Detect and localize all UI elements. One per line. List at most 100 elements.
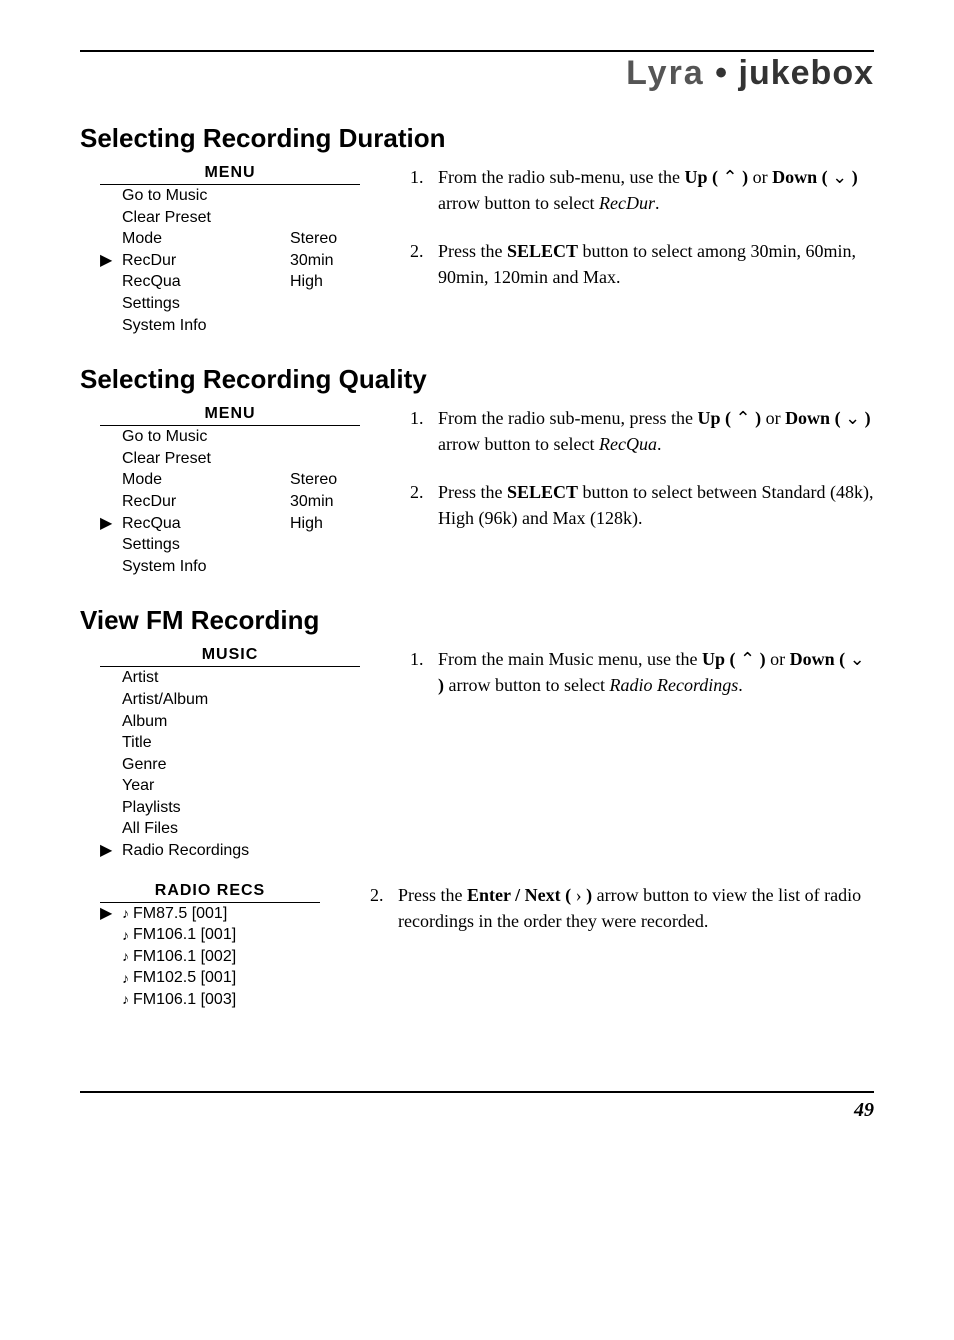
menu-row: Clear Preset: [100, 207, 360, 229]
menu-row: Year: [100, 775, 360, 797]
menu-row: ♪ FM106.1 [003]: [100, 989, 320, 1011]
row-label: RecDur: [122, 250, 290, 272]
page-number: 49: [80, 1099, 874, 1122]
music-note-icon: ♪: [122, 926, 129, 945]
steps-list: Press the Enter / Next ( › ) arrow butto…: [360, 882, 874, 934]
menu-recdur: MENU Go to Music Clear Preset Mode Stere…: [100, 164, 360, 336]
section-title-recqua: Selecting Recording Quality: [80, 364, 874, 395]
menu-row: System Info: [100, 315, 360, 337]
row-value: 30min: [290, 250, 360, 272]
music-note-icon: ♪: [122, 904, 129, 923]
menu-row: Clear Preset: [100, 448, 360, 470]
row-label: System Info: [122, 556, 290, 578]
footer-rule: [80, 1091, 874, 1093]
menu-row: Playlists: [100, 797, 360, 819]
music-note-icon: ♪: [122, 947, 129, 966]
header-rule: [80, 50, 874, 52]
menu-row: Mode Stereo: [100, 469, 360, 491]
instructions-recqua: From the radio sub-menu, press the Up ( …: [400, 405, 874, 553]
row-label: FM102.5 [001]: [133, 967, 320, 989]
menu-row: ♪ FM106.1 [002]: [100, 946, 320, 968]
menu-rows: Artist Artist/Album Album Title Genre Ye…: [100, 667, 360, 861]
menu-heading: MENU: [100, 405, 360, 426]
instruction-step: From the main Music menu, use the Up ( ⌃…: [428, 646, 874, 698]
instructions-viewfm-1: From the main Music menu, use the Up ( ⌃…: [400, 646, 874, 720]
instruction-step: From the radio sub-menu, press the Up ( …: [428, 405, 874, 457]
row-label: Artist/Album: [122, 689, 360, 711]
menu-row: Go to Music: [100, 426, 360, 448]
row-value: High: [290, 271, 360, 293]
menu-row: ♪ FM102.5 [001]: [100, 967, 320, 989]
brand-header: Lyra • jukebox: [80, 54, 874, 93]
instruction-step: From the radio sub-menu, use the Up ( ⌃ …: [428, 164, 874, 216]
instructions-recdur: From the radio sub-menu, use the Up ( ⌃ …: [400, 164, 874, 312]
row-value: Stereo: [290, 469, 360, 491]
brand-sep: •: [705, 54, 739, 92]
row-label: Title: [122, 732, 360, 754]
menu-heading: MUSIC: [100, 646, 360, 667]
row-label: Mode: [122, 228, 290, 250]
menu-heading: RADIO RECS: [100, 882, 320, 903]
row-marker-icon: ▶: [100, 250, 122, 272]
menu-row: RecDur 30min: [100, 491, 360, 513]
row-label: RecQua: [122, 271, 290, 293]
row-label: Year: [122, 775, 360, 797]
row-label: Mode: [122, 469, 290, 491]
menu-row: ♪ FM106.1 [001]: [100, 924, 320, 946]
menu-rows: Go to Music Clear Preset Mode Stereo ▶ R…: [100, 185, 360, 336]
menu-row: ▶ ♪ FM87.5 [001]: [100, 903, 320, 925]
instructions-viewfm-2: Press the Enter / Next ( › ) arrow butto…: [360, 882, 874, 956]
row-marker-icon: ▶: [100, 840, 122, 862]
menu-radio-recs: RADIO RECS ▶ ♪ FM87.5 [001] ♪ FM106.1 [0…: [100, 882, 320, 1011]
menu-row: Title: [100, 732, 360, 754]
steps-list: From the radio sub-menu, press the Up ( …: [400, 405, 874, 531]
row-label: FM106.1 [001]: [133, 924, 320, 946]
menu-row: Settings: [100, 534, 360, 556]
menu-row: Artist/Album: [100, 689, 360, 711]
menu-row: Artist: [100, 667, 360, 689]
row-label: Radio Recordings: [122, 840, 360, 862]
section-title-recdur: Selecting Recording Duration: [80, 123, 874, 154]
menu-row: Go to Music: [100, 185, 360, 207]
menu-rows: Go to Music Clear Preset Mode Stereo Rec…: [100, 426, 360, 577]
menu-row: ▶ RecQua High: [100, 513, 360, 535]
steps-list: From the main Music menu, use the Up ( ⌃…: [400, 646, 874, 698]
row-label: Settings: [122, 293, 290, 315]
menu-recqua: MENU Go to Music Clear Preset Mode Stere…: [100, 405, 360, 577]
menu-rows: ▶ ♪ FM87.5 [001] ♪ FM106.1 [001] ♪ FM106…: [100, 903, 320, 1011]
row-label: RecDur: [122, 491, 290, 513]
menu-row: System Info: [100, 556, 360, 578]
menu-row: Settings: [100, 293, 360, 315]
menu-row: ▶ Radio Recordings: [100, 840, 360, 862]
row-label: Clear Preset: [122, 448, 290, 470]
row-label: Artist: [122, 667, 360, 689]
row-label: Go to Music: [122, 185, 290, 207]
row-label: RecQua: [122, 513, 290, 535]
row-label: FM106.1 [003]: [133, 989, 320, 1011]
section-title-viewfm: View FM Recording: [80, 605, 874, 636]
row-label: Genre: [122, 754, 360, 776]
music-note-icon: ♪: [122, 969, 129, 988]
brand-left: Lyra: [626, 54, 705, 92]
menu-row: Mode Stereo: [100, 228, 360, 250]
row-label: Settings: [122, 534, 290, 556]
row-label: Playlists: [122, 797, 360, 819]
row-label: Go to Music: [122, 426, 290, 448]
row-label: All Files: [122, 818, 360, 840]
row-marker-icon: ▶: [100, 513, 122, 535]
menu-heading: MENU: [100, 164, 360, 185]
row-value: 30min: [290, 491, 360, 513]
steps-list: From the radio sub-menu, use the Up ( ⌃ …: [400, 164, 874, 290]
menu-row: Genre: [100, 754, 360, 776]
row-value: Stereo: [290, 228, 360, 250]
menu-row: Album: [100, 711, 360, 733]
row-label: FM87.5 [001]: [133, 903, 320, 925]
instruction-step: Press the SELECT button to select betwee…: [428, 479, 874, 531]
music-note-icon: ♪: [122, 990, 129, 1009]
row-marker-icon: ▶: [100, 903, 122, 925]
menu-row: All Files: [100, 818, 360, 840]
instruction-step: Press the Enter / Next ( › ) arrow butto…: [388, 882, 874, 934]
instruction-step: Press the SELECT button to select among …: [428, 238, 874, 290]
menu-row: ▶ RecDur 30min: [100, 250, 360, 272]
row-label: Clear Preset: [122, 207, 290, 229]
